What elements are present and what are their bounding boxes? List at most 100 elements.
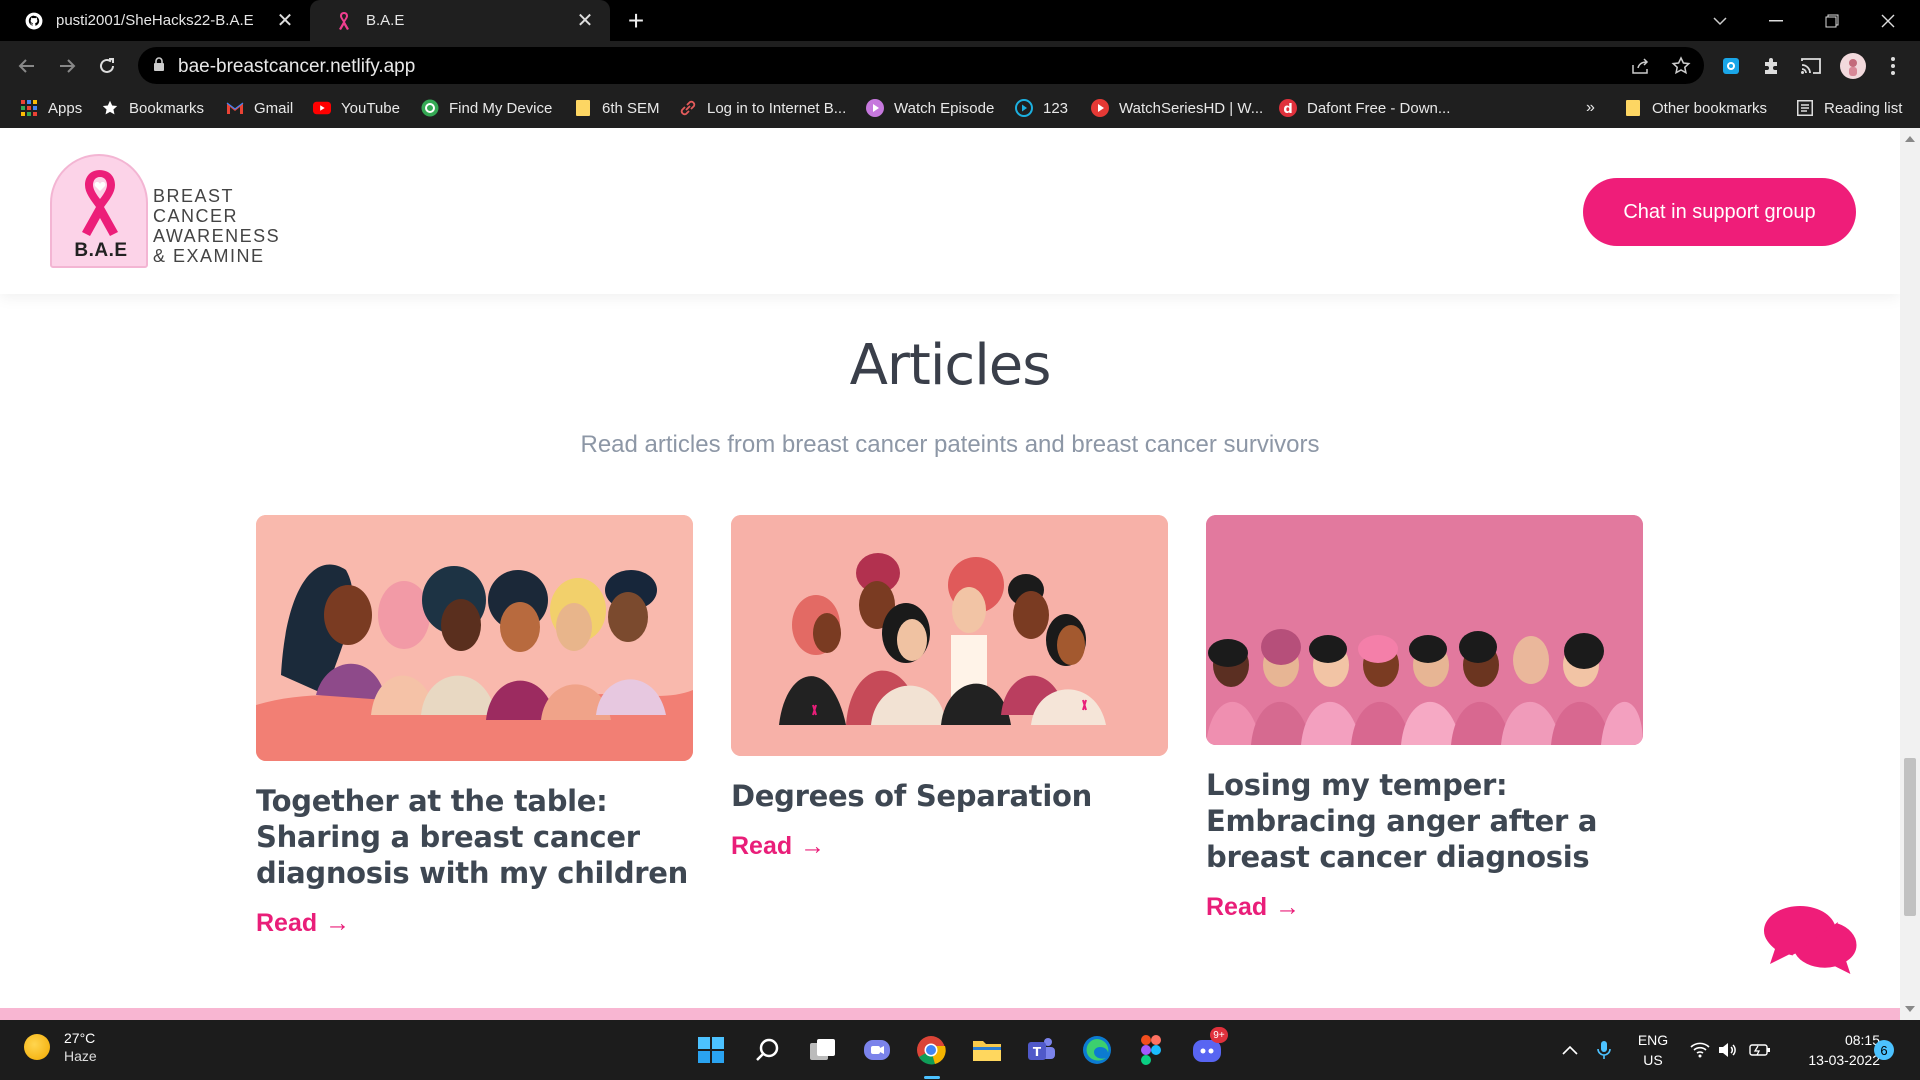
weather-widget[interactable]: 27°C Haze [24,1030,97,1064]
tab-title: B.A.E [366,12,405,29]
share-icon[interactable] [1628,53,1654,79]
section-title: Articles [849,333,1052,398]
tab-search-icon[interactable] [1692,0,1748,41]
page-scrollbar[interactable] [1900,128,1920,1020]
battery-charging-icon[interactable] [1748,1020,1772,1080]
bookmark-label: Watch Episode [894,99,995,117]
scroll-down-icon[interactable] [1905,1006,1915,1012]
bookmark-bookmarks[interactable]: Bookmarks [101,90,204,126]
pink-ribbon-icon [82,170,118,236]
tab-github[interactable]: pusti2001/SheHacks22-B.A.E ✕ [0,0,310,41]
windows-start-icon[interactable] [694,1033,728,1067]
bookmark-apps[interactable]: Apps [20,90,82,126]
read-link[interactable]: Read → [256,909,693,938]
article-image-women-profiles[interactable] [256,515,693,761]
volume-icon[interactable] [1716,1020,1740,1080]
article-image-women-group[interactable] [731,515,1168,756]
web-page: B.A.E BREAST CANCER AWARENESS & EXAMINE … [0,128,1900,1020]
task-view-icon[interactable] [806,1033,840,1067]
windows-taskbar: 27°C Haze T 9+ ENG US 08:15 13-03-2022 6 [0,1020,1920,1080]
footer-pink-strip [0,1008,1900,1020]
edge-icon[interactable] [1080,1033,1114,1067]
wifi-icon[interactable] [1688,1020,1712,1080]
address-bar[interactable]: bae-breastcancer.netlify.app [138,47,1704,84]
back-icon[interactable] [10,49,44,83]
search-icon[interactable] [750,1033,784,1067]
play-icon [866,99,884,117]
close-window-icon[interactable] [1860,0,1916,41]
bookmark-watch-episode[interactable]: Watch Episode [866,90,994,126]
bookmark-label: Dafont Free - Down... [1307,99,1451,117]
bookmark-label: Reading list [1824,99,1903,117]
extension-camera-icon[interactable] [1716,51,1746,81]
chat-support-group-button[interactable]: Chat in support group [1583,178,1856,246]
scrollbar-thumb[interactable] [1904,758,1916,916]
article-title[interactable]: Losing my temper: Embracing anger after … [1206,767,1643,875]
browser-menu-icon[interactable] [1878,51,1908,81]
lock-icon[interactable] [153,57,165,77]
discord-icon[interactable]: 9+ [1190,1027,1228,1067]
browser-title-bar: pusti2001/SheHacks22-B.A.E ✕ B.A.E ✕ + [0,0,1920,41]
site-logo[interactable]: B.A.E BREAST CANCER AWARENESS & EXAMINE [50,154,300,270]
bookmark-123[interactable]: 123 [1015,90,1068,126]
teams-icon[interactable]: T [1024,1033,1058,1067]
article-image-women-row[interactable] [1206,515,1643,745]
bookmark-label: Other bookmarks [1652,99,1768,117]
reload-icon[interactable] [90,49,124,83]
new-tab-button[interactable]: + [620,5,652,36]
bookmarks-bar: Apps Bookmarks Gmail YouTube Find My Dev… [0,90,1920,128]
bookmark-watchserieshd[interactable]: WatchSeriesHD | W... [1091,90,1263,126]
scroll-up-icon[interactable] [1905,136,1915,142]
section-subtitle: Read articles from breast cancer pateint… [580,431,1320,458]
bookmark-label: Find My Device [449,99,553,117]
logo-line: & EXAMINE [153,246,265,266]
bookmark-label: Gmail [254,99,294,117]
read-label: Read [1206,893,1268,921]
file-explorer-icon[interactable] [970,1033,1004,1067]
tab-bae[interactable]: B.A.E ✕ [310,0,610,41]
play-circle-icon [1015,99,1033,117]
chrome-icon[interactable] [914,1033,948,1067]
bookmark-other[interactable]: Other bookmarks [1624,90,1767,126]
language-code: ENG [1637,1032,1669,1048]
notification-badge[interactable]: 6 [1874,1040,1894,1060]
pink-ribbon-icon [334,11,354,31]
article-title[interactable]: Degrees of Separation [731,778,1168,814]
show-hidden-icons-icon[interactable] [1558,1020,1582,1080]
minimize-icon[interactable] [1748,0,1804,41]
reading-list-icon [1796,99,1814,117]
bookmark-youtube[interactable]: YouTube [313,90,400,126]
close-tab-icon[interactable]: ✕ [572,8,598,34]
bookmarks-overflow-button[interactable]: » [1586,90,1595,126]
cast-icon[interactable] [1796,51,1826,81]
language-indicator[interactable]: ENG US [1628,1020,1678,1080]
arrow-right-icon: → [1275,893,1301,921]
link-icon [679,99,697,117]
article-title[interactable]: Together at the table: Sharing a breast … [256,783,693,891]
gmail-icon [226,99,244,117]
figma-icon[interactable] [1134,1033,1168,1067]
read-link[interactable]: Read → [1206,893,1643,922]
bookmark-gmail[interactable]: Gmail [226,90,293,126]
bookmark-star-icon[interactable] [1668,53,1694,79]
system-clock[interactable]: 08:15 13-03-2022 [1780,1030,1880,1070]
reading-list-button[interactable]: Reading list [1796,90,1902,126]
github-icon [24,11,44,31]
play-red-icon [1091,99,1109,117]
forward-icon[interactable] [50,49,84,83]
read-link[interactable]: Read → [731,832,1168,861]
region-code: US [1643,1052,1663,1068]
extensions-puzzle-icon[interactable] [1756,51,1786,81]
restore-icon[interactable] [1804,0,1860,41]
close-tab-icon[interactable]: ✕ [272,8,298,34]
profile-avatar[interactable] [1838,51,1868,81]
read-label: Read [731,832,793,860]
bookmark-6th-sem[interactable]: 6th SEM [574,90,660,126]
bookmark-dafont[interactable]: d Dafont Free - Down... [1279,90,1450,126]
chat-bubbles-icon[interactable] [1760,898,1864,986]
browser-toolbar: bae-breastcancer.netlify.app [0,41,1920,90]
bookmark-internet-login[interactable]: Log in to Internet B... [679,90,846,126]
bookmark-find-my-device[interactable]: Find My Device [421,90,552,126]
teams-chat-icon[interactable] [860,1033,894,1067]
microphone-icon[interactable] [1592,1020,1616,1080]
